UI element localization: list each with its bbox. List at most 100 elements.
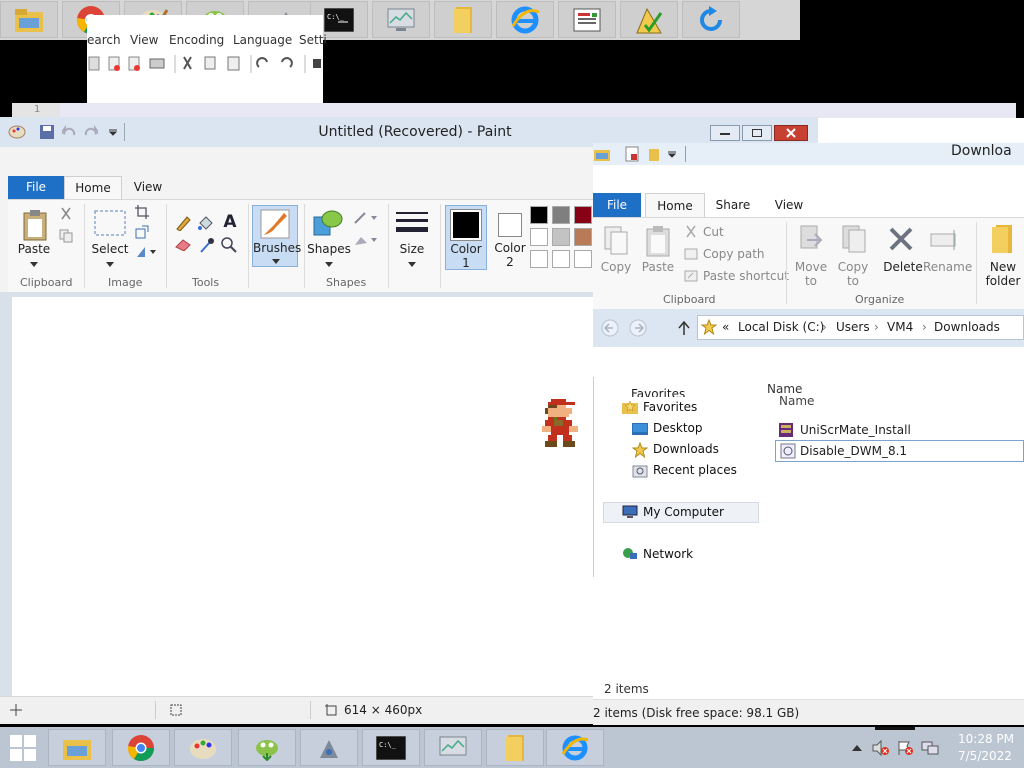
explorer-tab-share[interactable]: Share: [709, 193, 757, 217]
taskbar-pin-chrome[interactable]: [112, 729, 170, 766]
cut-icon[interactable]: [58, 206, 74, 222]
paste-large-icon[interactable]: [643, 224, 673, 258]
taskbar-pin-paint[interactable]: [174, 729, 232, 766]
size-label[interactable]: Size: [392, 242, 432, 256]
file-uniscrmate-install[interactable]: UniScrMate_Install: [800, 423, 911, 437]
nav-recent-places[interactable]: Recent places: [653, 463, 737, 477]
new-folder-label-2[interactable]: folder: [983, 274, 1023, 288]
palette-color-lightgray[interactable]: [552, 228, 570, 246]
copy-to-icon[interactable]: [837, 222, 869, 256]
paste-label[interactable]: Paste: [14, 242, 54, 256]
breadcrumb-downloads[interactable]: Downloads: [934, 320, 1000, 334]
nav-favorites[interactable]: Favorites: [643, 400, 697, 414]
crop-icon[interactable]: [134, 204, 150, 220]
back-icon[interactable]: [599, 317, 621, 339]
taskbar-button-refresh[interactable]: [682, 1, 740, 38]
delete-label[interactable]: Delete: [881, 260, 925, 274]
network-tray-icon[interactable]: [920, 739, 940, 757]
breadcrumb-local-disk[interactable]: Local Disk (C:): [738, 320, 824, 334]
color-picker-icon[interactable]: [198, 236, 216, 254]
explorer-tab-home[interactable]: Home: [645, 193, 705, 219]
color1-button[interactable]: Color 1: [445, 205, 487, 270]
size-dropdown-icon[interactable]: [404, 258, 420, 270]
tray-date[interactable]: 7/5/2022: [958, 749, 1012, 763]
text-icon[interactable]: A: [220, 212, 240, 232]
breadcrumb-vm4[interactable]: VM4: [887, 320, 913, 334]
paste-dropdown-icon[interactable]: [26, 258, 42, 270]
copy-large-icon[interactable]: [601, 224, 631, 258]
palette-color-darkred[interactable]: [574, 206, 592, 224]
redo-icon[interactable]: [82, 123, 100, 141]
qa-dropdown-icon[interactable]: [665, 147, 679, 161]
rename-icon[interactable]: [929, 224, 961, 254]
select-icon[interactable]: [92, 208, 128, 238]
breadcrumb-users[interactable]: Users: [836, 320, 870, 334]
menu-view[interactable]: View: [130, 33, 158, 47]
copy-to-label-2[interactable]: to: [833, 274, 873, 288]
undo-icon[interactable]: [60, 123, 78, 141]
copy-label[interactable]: Copy: [597, 260, 635, 274]
nav-network[interactable]: Network: [643, 547, 693, 561]
move-to-label[interactable]: Move: [791, 260, 831, 274]
save-icon[interactable]: [38, 123, 56, 141]
palette-color-brown[interactable]: [574, 228, 592, 246]
address-overflow[interactable]: «: [722, 320, 729, 334]
rotate-icon[interactable]: [134, 244, 158, 260]
address-bar[interactable]: « Local Disk (C:) › Users › VM4 › Downlo…: [697, 315, 1024, 340]
copy-path-label[interactable]: Copy path: [703, 247, 765, 261]
explorer-tab-view[interactable]: View: [765, 193, 813, 217]
menu-search[interactable]: earch: [87, 33, 121, 47]
cut-label[interactable]: Cut: [703, 225, 724, 239]
paste-icon[interactable]: [20, 208, 50, 242]
select-dropdown-icon[interactable]: [102, 258, 118, 270]
menu-language[interactable]: Language: [233, 33, 292, 47]
taskbar-pin-file-explorer[interactable]: [48, 729, 106, 766]
nav-my-computer[interactable]: My Computer: [643, 505, 724, 519]
paste-shortcut-icon[interactable]: [683, 268, 699, 284]
taskbar-button-monitor[interactable]: [372, 1, 430, 38]
taskbar-pin-folder[interactable]: [486, 729, 544, 766]
paste-shortcut-label[interactable]: Paste shortcut: [703, 269, 789, 283]
copy-icon[interactable]: [58, 228, 74, 244]
magnifier-icon[interactable]: [220, 236, 238, 254]
fill-icon[interactable]: [196, 214, 214, 232]
size-icon[interactable]: [394, 208, 430, 238]
shapes-dropdown-icon[interactable]: [321, 258, 337, 270]
tab-home[interactable]: Home: [64, 176, 122, 200]
new-folder-icon[interactable]: [987, 222, 1017, 256]
taskbar-pin-ie[interactable]: [546, 729, 604, 766]
properties-icon[interactable]: [623, 145, 641, 163]
taskbar-pin-utility[interactable]: [300, 729, 358, 766]
shapes-icon[interactable]: [310, 208, 346, 238]
move-to-label-2[interactable]: to: [791, 274, 831, 288]
brushes-button[interactable]: Brushes: [252, 205, 301, 267]
new-folder-label[interactable]: New: [983, 260, 1023, 274]
column-header-name[interactable]: Name: [779, 394, 814, 408]
palette-color-empty[interactable]: [552, 250, 570, 268]
taskbar-button-ie[interactable]: [496, 1, 554, 38]
taskbar-button-file-explorer[interactable]: [0, 1, 58, 38]
rename-label[interactable]: Rename: [923, 260, 972, 274]
taskbar-button-presentation[interactable]: [558, 1, 616, 38]
palette-color-gray[interactable]: [552, 206, 570, 224]
new-folder-qa-icon[interactable]: [645, 145, 663, 163]
close-button[interactable]: [774, 125, 808, 141]
show-hidden-icons-icon[interactable]: [850, 741, 864, 755]
palette-color-empty[interactable]: [574, 250, 592, 268]
taskbar-pin-monitor[interactable]: [424, 729, 482, 766]
menu-encoding[interactable]: Encoding: [169, 33, 224, 47]
nav-downloads[interactable]: Downloads: [653, 442, 719, 456]
pencil-icon[interactable]: [174, 214, 192, 232]
paste-label[interactable]: Paste: [639, 260, 677, 274]
taskbar-button-accessibility[interactable]: [620, 1, 678, 38]
shapes-label[interactable]: Shapes: [306, 242, 352, 256]
tab-view[interactable]: View: [126, 176, 170, 199]
fill-shape-icon[interactable]: [352, 232, 378, 248]
delete-icon[interactable]: [885, 222, 917, 256]
copy-path-icon[interactable]: [683, 246, 699, 262]
nav-desktop[interactable]: Desktop: [653, 421, 703, 435]
forward-icon[interactable]: [627, 317, 649, 339]
move-to-icon[interactable]: [795, 222, 827, 256]
palette-color-empty[interactable]: [530, 250, 548, 268]
action-center-flag-icon[interactable]: [896, 739, 914, 757]
